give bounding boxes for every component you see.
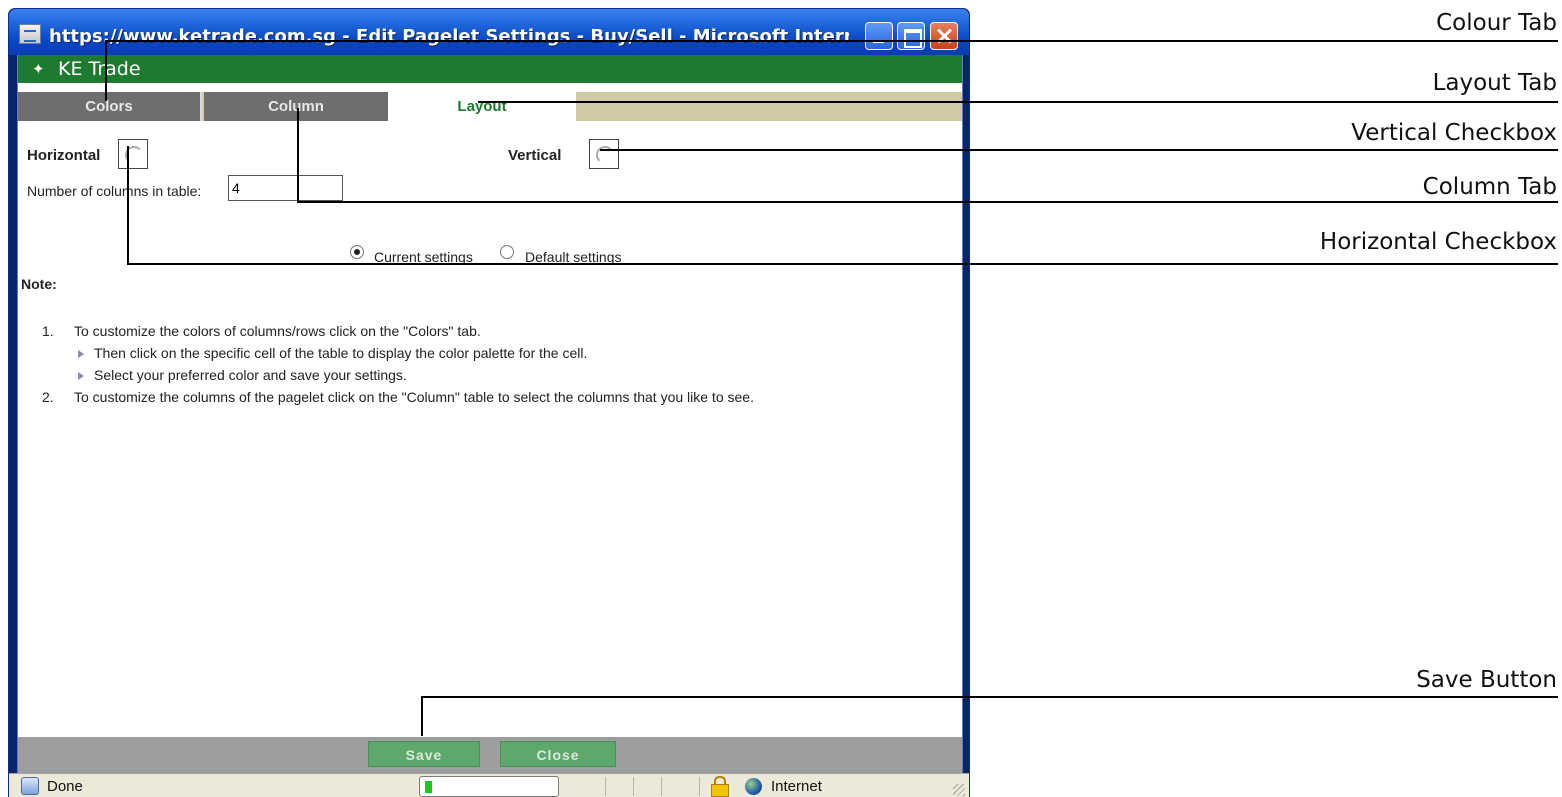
callout-horizontal-checkbox: Horizontal Checkbox bbox=[1319, 229, 1557, 255]
callout-line-colour-tab bbox=[105, 40, 1558, 101]
callout-column-tab: Column Tab bbox=[1422, 174, 1557, 200]
callout-vertical-checkbox: Vertical Checkbox bbox=[1351, 120, 1557, 146]
callout-save-button: Save Button bbox=[1416, 667, 1557, 693]
callout-layout-tab: Layout Tab bbox=[1432, 70, 1557, 96]
callout-colour-tab: Colour Tab bbox=[1436, 10, 1557, 36]
callout-line-save-button bbox=[421, 696, 1558, 736]
callout-lines bbox=[105, 40, 1558, 736]
